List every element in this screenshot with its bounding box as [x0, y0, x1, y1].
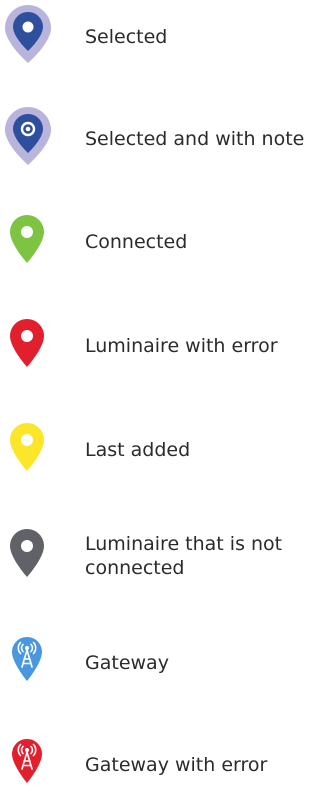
not-connected-pin-icon: [0, 524, 64, 588]
legend-item-connected: Connected: [0, 210, 328, 274]
legend-item-gateway: Gateway: [0, 631, 328, 695]
legend-label-gateway-error: Gateway with error: [85, 754, 268, 776]
legend-item-selected: Selected: [0, 5, 328, 69]
legend-label-selected: Selected: [85, 26, 168, 48]
legend-item-gateway-error: Gateway with error: [0, 733, 328, 797]
legend-item-last-added: Last added: [0, 418, 328, 482]
error-pin-icon: [0, 314, 64, 378]
selected-pin-icon: [0, 5, 64, 69]
gateway-icon: [0, 631, 64, 695]
legend-label-selected-with-note: Selected and with note: [85, 128, 305, 150]
legend-item-not-connected: Luminaire that is not connected: [0, 524, 328, 588]
legend-label-last-added: Last added: [85, 439, 191, 461]
last-added-pin-icon: [0, 418, 64, 482]
legend-label-connected: Connected: [85, 231, 188, 253]
legend-item-selected-with-note: Selected and with note: [0, 107, 328, 171]
legend-label-luminaire-error: Luminaire with error: [85, 335, 278, 357]
legend-label-not-connected: Luminaire that is not connected: [85, 533, 283, 579]
gateway-error-icon: [0, 733, 64, 797]
legend-label-gateway: Gateway: [85, 652, 169, 674]
selected-note-pin-icon: [0, 107, 64, 171]
legend-item-luminaire-error: Luminaire with error: [0, 314, 328, 378]
connected-pin-icon: [0, 210, 64, 274]
